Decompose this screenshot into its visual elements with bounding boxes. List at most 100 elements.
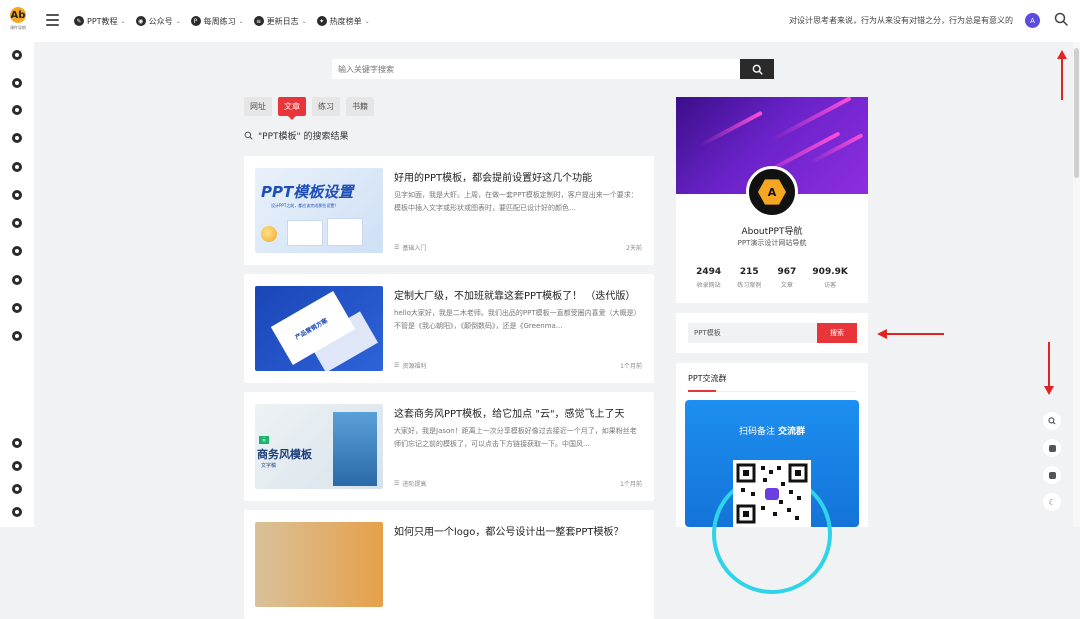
article-category[interactable]: ☰ 进阶提高 [394,479,426,488]
article-title[interactable]: 这套商务风PPT模板，给它加点 "云"，感觉飞上了天 [394,405,625,420]
float-search-button[interactable] [1043,412,1061,430]
sidebar-icon-send[interactable] [12,507,22,517]
tab-practice[interactable]: 练习 [312,97,340,116]
nav-item-changelog[interactable]: ≡ 更新日志 ⌄ [253,16,307,27]
article-thumbnail[interactable] [255,522,383,607]
scrollbar-thumb[interactable] [1074,48,1079,178]
stat-value: 967 [777,267,797,277]
float-theme-button[interactable]: ☾ [1043,493,1061,511]
stat-value: 215 [739,267,759,277]
search-icon[interactable] [1054,12,1068,26]
decor-streak [808,133,864,165]
article-title[interactable]: 好用的PPT模板，都会提前设置好这几个功能 [394,169,592,184]
sidebar-search-widget: 搜索 [676,313,868,353]
page-scrollbar[interactable] [1073,42,1080,527]
sidebar-icon-compass[interactable] [12,190,22,200]
nav-item-ppt-tutorial[interactable]: ✎ PPT教程 ⌄ [74,16,126,27]
sidebar-icon-globe[interactable] [12,133,22,143]
article-card[interactable]: 如何只用一个logo，都公号设计出一整套PPT模板？ [244,510,654,619]
nav-label: 每周练习 [203,16,236,26]
thumbnail-subtitle: 设计PPT之前，都应该完成那些设置？ [271,203,339,208]
avatar[interactable]: A [746,166,798,218]
sidebar-icon-help[interactable] [12,438,22,448]
category-label: 资源福利 [402,363,427,370]
divider [716,390,856,392]
thumbnail-title: PPT模板设置 [261,183,354,201]
wechat-icon: ◉ [135,16,146,26]
group-title: PPT交流群 [688,374,727,383]
sidebar-icon-pencil[interactable] [12,461,22,471]
search-button[interactable] [740,59,774,79]
sidebar-icon-p[interactable] [12,484,22,494]
nav-label: 公众号 [148,16,173,26]
nav-item-wechat[interactable]: ◉ 公众号 ⌄ [135,16,181,27]
scan-text: 扫码备注 交流群 [685,424,859,437]
nav-label: 更新日志 [266,16,299,26]
top-header: Ab 课件导航 ✎ PPT教程 ⌄ ◉ 公众号 ⌄ P 每周练习 ⌄ ≡ 更新日… [0,0,1080,42]
nav-item-hot-list[interactable]: ✦ 热度榜单 ⌄ [316,16,370,27]
floating-toolbar: ☾ [1043,412,1063,520]
qr-code[interactable] [733,460,811,527]
logo-mark: Ab [10,7,26,23]
category-icon: ☰ [394,244,400,251]
stat-value: 909.9K [812,267,848,277]
calendar-icon [1048,471,1056,479]
search-input[interactable] [332,59,740,79]
stat-value: 2494 [696,267,722,277]
float-tag-button[interactable] [1043,439,1061,457]
sidebar-icon-check[interactable] [12,105,22,115]
float-calendar-button[interactable] [1043,466,1061,484]
category-icon: ☰ [394,480,400,487]
article-title[interactable]: 如何只用一个logo，都公号设计出一整套PPT模板？ [394,523,624,538]
article-title[interactable]: 定制大厂级，不加班就靠这套PPT模板了！ （迭代版） [394,287,635,302]
sidebar-icon-home[interactable] [12,50,22,60]
decor-doc [327,218,363,246]
article-card[interactable]: 产品营销方案 定制大厂级，不加班就靠这套PPT模板了！ （迭代版） hello大… [244,274,654,383]
article-thumbnail[interactable]: PPT模板设置 设计PPT之前，都应该完成那些设置？ [255,168,383,253]
article-thumbnail[interactable]: 云 商务风模板 文字稿 [255,404,383,489]
tab-sites[interactable]: 网址 [244,97,272,116]
sidebar-icon-video[interactable] [12,331,22,341]
scan-label: 扫码备注 [739,427,776,437]
decor-doc [287,220,323,246]
sidebar-icon-share[interactable] [12,246,22,256]
sidebar-icon-tools[interactable] [12,218,22,228]
user-badge[interactable]: A [1025,13,1040,28]
article-category[interactable]: ☰ 基础入门 [394,243,426,252]
site-logo[interactable]: Ab 课件导航 [9,7,27,35]
article-excerpt: 大家好，我是Jason！距离上一次分享模板好像过去接近一个月了，如果粉丝老师们忘… [394,427,637,448]
sidebar-icon-user[interactable] [12,78,22,88]
result-type-tabs: 网址 文章 练习 书籍 [244,97,374,120]
menu-toggle-icon[interactable] [46,14,59,26]
article-thumbnail[interactable]: 产品营销方案 [255,286,383,371]
article-card[interactable]: 云 商务风模板 文字稿 这套商务风PPT模板，给它加点 "云"，感觉飞上了天 大… [244,392,654,501]
tag-icon [1048,444,1056,452]
logo-caption: 课件导航 [10,25,26,30]
qr-code-image [736,463,808,524]
category-label: 基础入门 [402,245,427,252]
nav-label: PPT教程 [87,16,118,26]
sidebar-search-input[interactable] [688,323,818,343]
log-icon: ≡ [253,16,264,26]
scan-label-bold: 交流群 [777,427,805,437]
title-underline [688,390,716,392]
article-card[interactable]: PPT模板设置 设计PPT之前，都应该完成那些设置？ 好用的PPT模板，都会提前… [244,156,654,265]
profile-description: PPT演示设计网站导航 [737,239,807,247]
sidebar-icon-box[interactable] [12,275,22,285]
article-category[interactable]: ☰ 资源福利 [394,361,426,370]
search-bar [332,59,774,79]
nav-item-weekly-practice[interactable]: P 每周练习 ⌄ [190,16,244,27]
chevron-down-icon: ⌄ [120,17,126,25]
sidebar-icon-info[interactable] [12,303,22,313]
thumbnail-tag: 云 [259,436,269,444]
article-excerpt: hello大家好，我是二木老师。我们出品的PPT模板一直都受圈内喜爱（大概是）不… [394,309,641,330]
stat-visitors: 909.9K 访客 [812,267,847,289]
tab-articles[interactable]: 文章 [278,97,306,120]
sidebar-search-button[interactable]: 搜索 [817,323,857,343]
chevron-down-icon: ⌄ [301,17,307,25]
sidebar-icon-record[interactable] [12,162,22,172]
ppt-group-widget: PPT交流群 扫码备注 交流群 [676,363,868,594]
tab-books[interactable]: 书籍 [346,97,374,116]
avatar-logo: A [758,179,786,205]
p-icon: P [190,16,201,26]
